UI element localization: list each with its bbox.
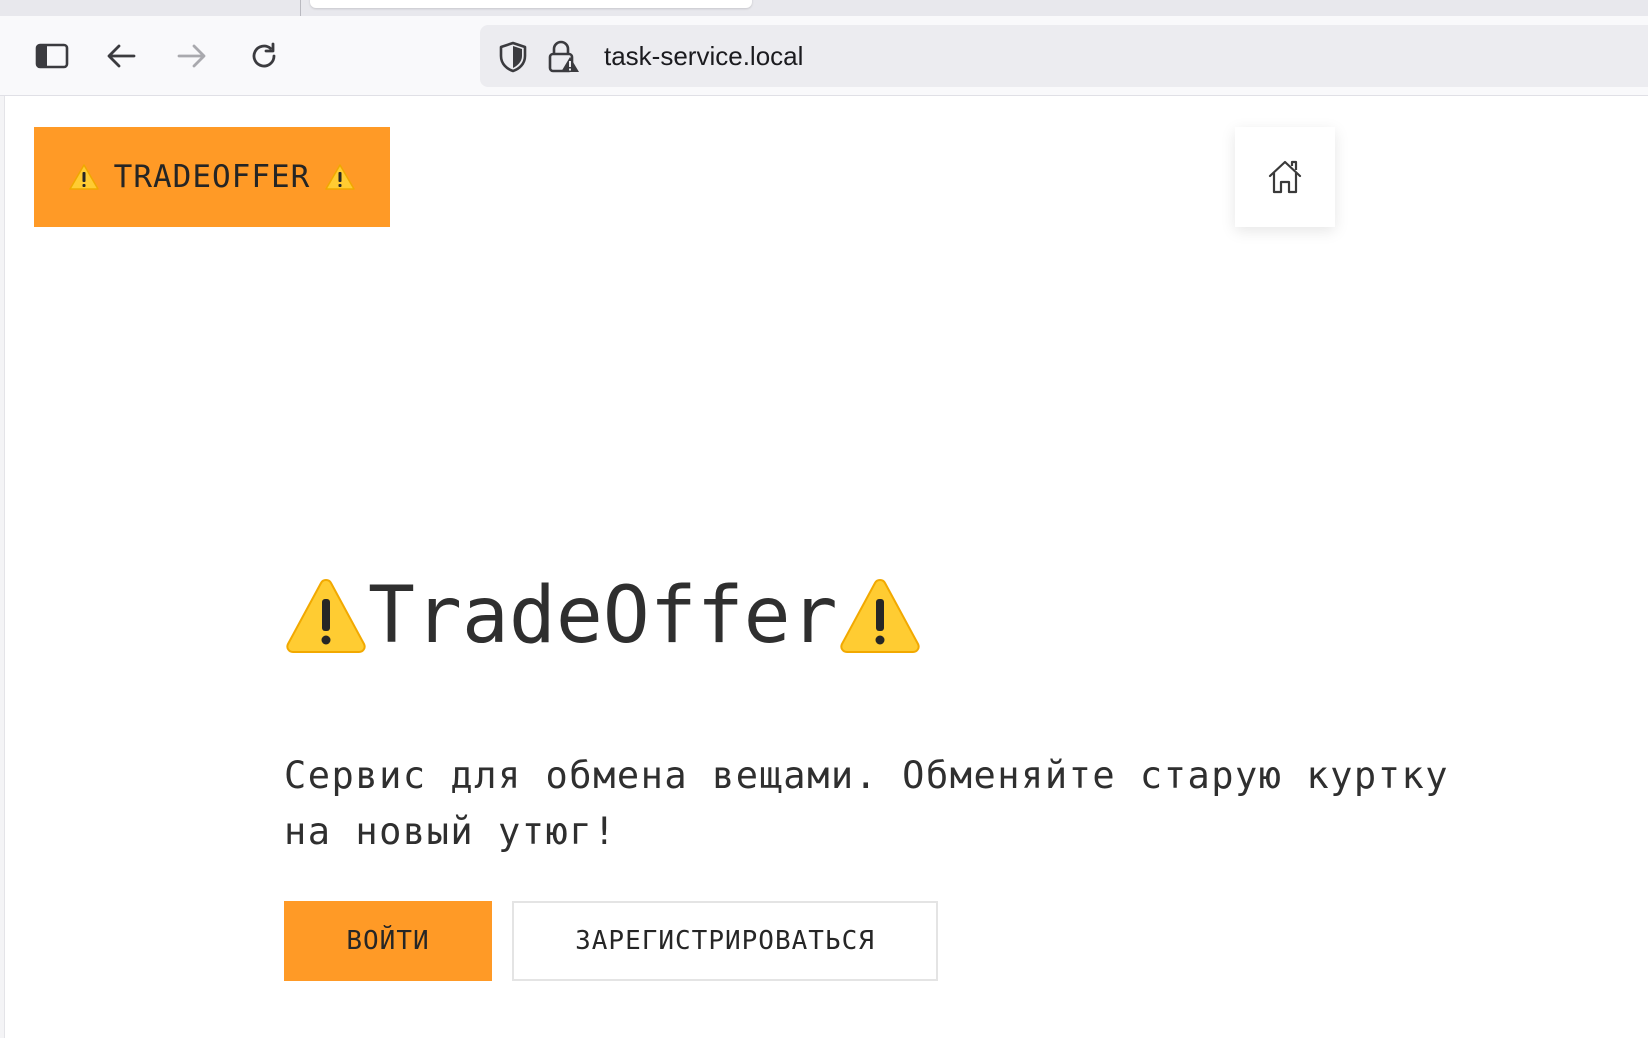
back-button[interactable] — [101, 36, 141, 76]
hero-description: Сервис для обмена вещами. Обменяйте стар… — [284, 754, 1450, 853]
browser-window: task-service.local TRADEOFFER TradeOffer… — [0, 0, 1648, 1038]
register-button[interactable]: ЗАРЕГИСТРИРОВАТЬСЯ — [512, 901, 938, 981]
warning-icon — [325, 164, 356, 190]
forward-button[interactable] — [172, 36, 212, 76]
logo-button[interactable]: TRADEOFFER — [34, 127, 390, 227]
shield-icon — [499, 41, 527, 73]
window-edge — [0, 96, 5, 1038]
warning-icon — [839, 578, 920, 653]
warning-icon — [68, 164, 99, 190]
browser-toolbar: task-service.local — [0, 16, 1648, 96]
url-text[interactable]: task-service.local — [604, 41, 803, 71]
tab-divider — [300, 0, 301, 16]
reload-icon — [252, 42, 276, 68]
tab-strip — [0, 0, 1648, 16]
login-button[interactable]: ВОЙТИ — [284, 901, 492, 981]
lock-warning-icon — [548, 40, 579, 73]
tracking-protection-button[interactable] — [496, 40, 530, 74]
reload-button[interactable] — [244, 36, 284, 76]
site-security-button[interactable] — [546, 40, 580, 74]
sidebar-toggle-icon — [35, 43, 69, 69]
warning-icon — [286, 578, 366, 653]
home-icon — [1268, 160, 1302, 194]
sidebar-toggle-button[interactable] — [32, 36, 72, 76]
arrow-left-icon — [107, 44, 136, 68]
address-bar[interactable]: task-service.local — [480, 25, 1648, 87]
active-tab[interactable] — [310, 0, 752, 8]
logo-text: TRADEOFFER — [113, 159, 311, 195]
arrow-right-icon — [177, 44, 206, 68]
hero-title-text: TradeOffer — [368, 571, 838, 661]
hero-title: TradeOffer — [284, 566, 922, 666]
home-button[interactable] — [1235, 127, 1335, 227]
